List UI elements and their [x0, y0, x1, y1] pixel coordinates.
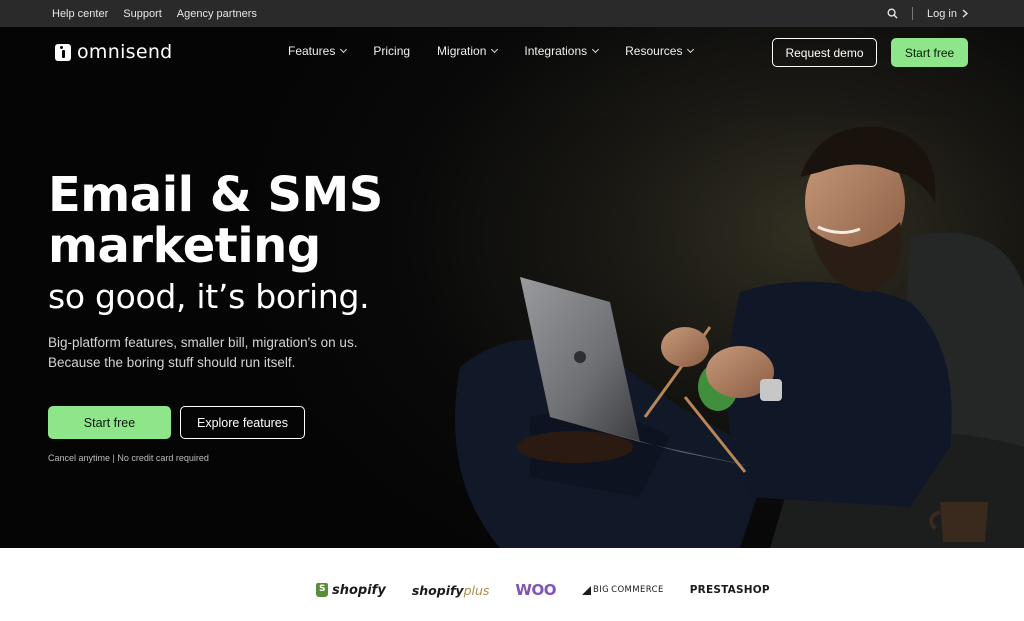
- utility-links: Help center Support Agency partners: [52, 8, 257, 20]
- bigcommerce-rest: COMMERCE: [611, 585, 664, 595]
- bigcommerce-big: BIG: [592, 585, 610, 595]
- start-free-nav-button[interactable]: Start free: [891, 38, 968, 67]
- nav-item-label: Pricing: [373, 44, 411, 58]
- nav-item-integrations[interactable]: Integrations: [524, 44, 600, 58]
- headline-line-2: marketing: [48, 218, 321, 274]
- shopify-plus-main: shopify: [411, 582, 464, 598]
- utility-divider: [912, 7, 914, 20]
- bigcommerce-logo: BIG COMMERCE: [581, 585, 664, 595]
- nav-item-label: Features: [288, 44, 336, 58]
- nav-item-pricing[interactable]: Pricing: [373, 44, 410, 58]
- description-line-2: Because the boring stuff should run itse…: [48, 355, 296, 370]
- hero-subheadline: so good, it’s boring.: [48, 277, 370, 316]
- search-icon[interactable]: [887, 8, 898, 19]
- omnisend-logo-icon: [55, 43, 71, 61]
- nav-item-label: Resources: [625, 44, 683, 58]
- partner-logos-strip: shopify shopifyplus WOO BIGCOMMERCE PRES…: [0, 548, 1024, 621]
- help-center-link[interactable]: Help center: [52, 8, 108, 20]
- hero-section: omnisend Features Pricing Migration Inte…: [0, 27, 1024, 548]
- chevron-down-icon: [592, 45, 600, 54]
- nav-item-label: Migration: [437, 44, 487, 58]
- support-link[interactable]: Support: [123, 8, 162, 20]
- chevron-right-icon: [962, 9, 968, 18]
- utility-bar: Help center Support Agency partners Log …: [0, 0, 1024, 27]
- nav-item-migration[interactable]: Migration: [437, 44, 499, 58]
- logo-wordmark: omnisend: [77, 41, 173, 63]
- hero-headline: Email & SMS marketing: [48, 170, 383, 272]
- main-nav: omnisend Features Pricing Migration Inte…: [0, 27, 1024, 77]
- request-demo-button[interactable]: Request demo: [772, 38, 877, 67]
- start-free-button[interactable]: Start free: [48, 406, 171, 439]
- omnisend-logo[interactable]: omnisend: [55, 41, 173, 63]
- nav-item-resources[interactable]: Resources: [625, 44, 695, 58]
- agency-partners-link[interactable]: Agency partners: [177, 8, 257, 20]
- description-line-1: Big-platform features, smaller bill, mig…: [48, 335, 358, 350]
- nav-menu: Features Pricing Migration Integrations …: [288, 44, 695, 58]
- shopify-logo: shopify: [316, 583, 386, 598]
- chevron-down-icon: [340, 45, 348, 54]
- shopify-bag-icon: [316, 583, 328, 597]
- nav-item-features[interactable]: Features: [288, 44, 348, 58]
- nav-item-label: Integrations: [524, 44, 588, 58]
- shopify-plus-suffix: plus: [463, 582, 490, 598]
- login-link[interactable]: Log in: [927, 8, 968, 20]
- woo-logo: WOO: [515, 581, 556, 599]
- login-label: Log in: [927, 7, 957, 20]
- prestashop-logo: PRESTASHOP: [689, 584, 770, 596]
- headline-line-1: Email & SMS: [48, 167, 383, 223]
- shopify-plus-logo: shopifyplus: [412, 583, 490, 598]
- chevron-down-icon: [491, 45, 499, 54]
- chevron-down-icon: [687, 45, 695, 54]
- shopify-wordmark: shopify: [332, 582, 386, 598]
- hero-photo-man-knitting: [440, 117, 1024, 548]
- bigcommerce-triangle-icon: [581, 585, 591, 595]
- hero-description: Big-platform features, smaller bill, mig…: [48, 333, 408, 373]
- fine-print: Cancel anytime | No credit card required: [48, 453, 209, 463]
- explore-features-button[interactable]: Explore features: [180, 406, 305, 439]
